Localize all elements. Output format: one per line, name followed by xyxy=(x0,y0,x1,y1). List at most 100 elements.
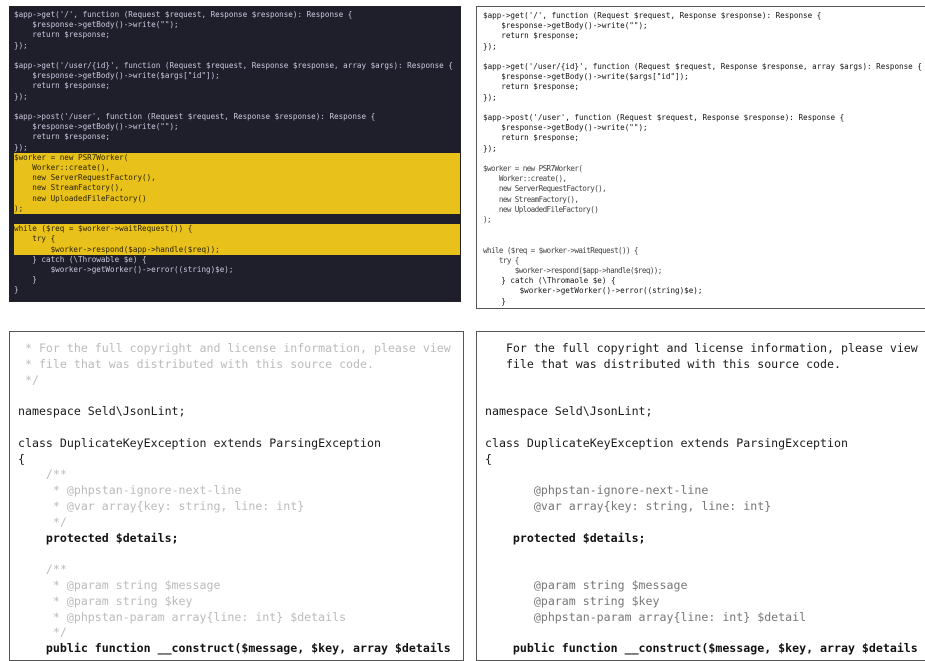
code-line: $response->getBody()->write($args["id"])… xyxy=(14,71,220,81)
code-line: } xyxy=(14,285,19,295)
code-line: }); xyxy=(14,91,28,101)
code-line-comment: /** xyxy=(18,562,67,577)
code-block: * For the full copyright and license inf… xyxy=(10,332,463,657)
code-line: return $response; xyxy=(483,82,580,92)
code-line: $response->getBody()->write(""); xyxy=(483,123,648,133)
code-line-comment: * For the full copyright and license inf… xyxy=(18,341,451,355)
code-line-comment: * file that was distributed with this so… xyxy=(18,356,374,371)
code-line-highlighted: $worker->respond($app->handle($req)); xyxy=(14,244,460,255)
code-line-comment: * @phpstan-param array{line: int} $detai… xyxy=(18,609,347,624)
code-line: public function __construct($message, $k… xyxy=(18,641,451,656)
code-line: } xyxy=(483,307,925,308)
code-panel-light-reconstructed: $app->get('/', function (Request $reques… xyxy=(476,6,925,309)
code-line-garbled: new StreamFactory(), xyxy=(483,194,579,204)
code-line: } catch (\Thromaole $e) { xyxy=(483,276,616,286)
code-line: return $response; xyxy=(14,132,111,142)
code-line: @phpstan-param array{line: int} $detail xyxy=(485,609,807,624)
code-line: }); xyxy=(483,92,497,102)
code-line: class DuplicateKeyException extends Pars… xyxy=(485,435,848,450)
code-line-garbled: Worker::create(), xyxy=(483,174,567,184)
code-line: } catch (\Throwable $e) { xyxy=(14,254,147,264)
code-line: $response->getBody()->write(""); xyxy=(14,20,179,30)
code-line-garbled: new UploadedFileFactory() xyxy=(483,204,599,214)
code-block: $app->get('/', function (Request $reques… xyxy=(477,7,925,308)
code-panel-light-source: * For the full copyright and license inf… xyxy=(9,331,464,661)
code-line-garbled: ); xyxy=(483,215,492,225)
code-line: $app->get('/', function (Request $reques… xyxy=(14,10,353,19)
code-panel-light-reconstructed-2: For the full copyright and license infor… xyxy=(476,331,925,661)
code-line-comment: */ xyxy=(18,372,39,387)
code-line-garbled: try { xyxy=(483,255,519,265)
code-line: $app->post('/user', function (Request $r… xyxy=(483,113,845,123)
code-line: $worker->getWorker()->error((string)$e); xyxy=(14,265,234,275)
code-line: $app->get('/', function (Request $reques… xyxy=(483,11,822,20)
code-line: @param string $key xyxy=(485,593,660,608)
code-line: }); xyxy=(483,143,497,153)
code-line-garbled: $worker->respond($app->handle($req)); xyxy=(483,266,663,276)
code-line: } xyxy=(14,275,37,285)
code-line: }); xyxy=(483,41,497,51)
code-line-comment: * @phpstan-ignore-next-line xyxy=(18,483,242,498)
code-line: protected $details; xyxy=(485,530,646,545)
code-line: return $response; xyxy=(483,133,580,143)
code-line: class DuplicateKeyException extends Pars… xyxy=(18,435,381,450)
code-line-highlighted: while ($req = $worker->waitRequest()) { xyxy=(14,224,460,235)
code-line-highlighted: ); xyxy=(14,203,460,215)
code-line-garbled: new ServerRequestFactory(), xyxy=(483,184,607,194)
code-panel-dark-highlighted: $app->get('/', function (Request $reques… xyxy=(9,6,461,302)
code-block: For the full copyright and license infor… xyxy=(477,332,925,657)
code-line-comment: /** xyxy=(18,467,67,482)
code-line-comment: * @param string $message xyxy=(18,577,221,592)
code-line-highlighted: new ServerRequestFactory(), xyxy=(14,173,460,184)
code-line: @var array{key: string, line: int} xyxy=(485,498,772,513)
code-line: $app->get('/user/{id}', function (Reques… xyxy=(14,61,453,71)
code-line: $response->getBody()->write(""); xyxy=(483,21,648,31)
code-line: namespace Seld\JsonLint; xyxy=(485,404,653,419)
code-line-highlighted: new StreamFactory(), xyxy=(14,183,460,194)
code-line: protected $details; xyxy=(18,530,179,545)
code-line-garbled: $worker = new PSR7Worker( xyxy=(483,164,583,174)
code-line: @phpstan-ignore-next-line xyxy=(485,483,709,498)
code-line: }); xyxy=(14,142,28,152)
code-line: { xyxy=(485,451,492,466)
code-line-comment: * @param string $key xyxy=(18,593,193,608)
code-line: public function __construct($message, $k… xyxy=(485,641,918,656)
code-line: namespace Seld\JsonLint; xyxy=(18,404,186,419)
code-line: { xyxy=(18,451,25,466)
code-line: return $response; xyxy=(483,31,580,41)
code-line-comment: */ xyxy=(18,625,67,640)
code-line: $worker->getWorker()->error((string)$e); xyxy=(483,286,703,296)
code-line: For the full copyright and license infor… xyxy=(485,341,918,355)
code-line: } xyxy=(483,296,506,306)
code-line-comment: * @var array{key: string, line: int} xyxy=(18,498,305,513)
code-line: $app->get('/user/{id}', function (Reques… xyxy=(483,62,922,72)
code-line-highlighted: try { xyxy=(14,234,460,245)
code-line: file that was distributed with this sour… xyxy=(485,356,841,371)
code-line-garbled: while ($req = $worker->waitRequest()) { xyxy=(483,245,639,255)
code-line-highlighted: Worker::create(), xyxy=(14,163,460,174)
code-line: @param string $message xyxy=(485,577,688,592)
code-block: $app->get('/', function (Request $reques… xyxy=(10,7,460,296)
code-line: return $response; xyxy=(14,81,111,91)
code-line-comment: */ xyxy=(18,514,67,529)
code-line-highlighted: new UploadedFileFactory() xyxy=(14,193,460,204)
